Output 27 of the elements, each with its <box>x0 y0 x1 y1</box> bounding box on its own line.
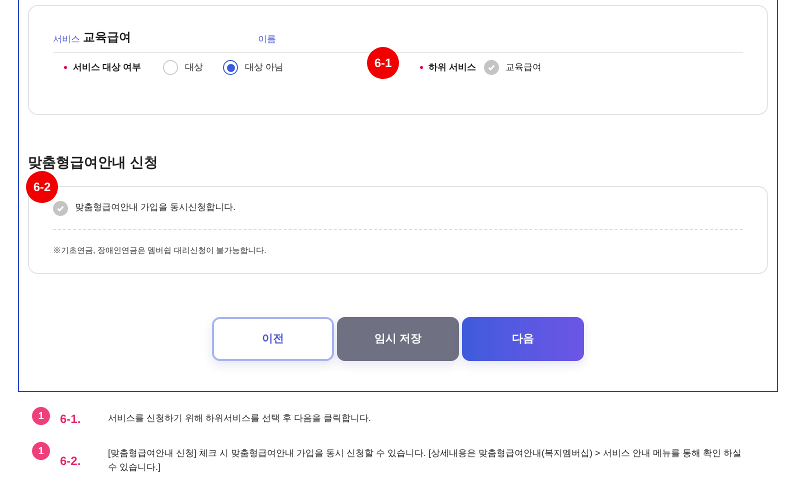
step-marker: 1 <box>32 442 50 460</box>
step-description: [맞춤형급여안내 신청] 체크 시 맞춤형급여안내 가입을 동시 신청할 수 있습니다. [상세내용은 맞춤형급여안내(복지멤버십) > 서비스 안내 메뉴를 통해 확인 하실 수 있습니다.] <box>108 447 742 474</box>
checkbox-label: 맞춤형급여안내 가입을 동시신청합니다. <box>75 201 236 214</box>
step-number: 6-2. <box>60 453 82 470</box>
service-label: 서비스 <box>53 32 80 46</box>
section-title: 맞춤형급여안내 신청 <box>28 153 159 172</box>
form-button[interactable]: 다음 <box>462 317 584 361</box>
checkbox[interactable] <box>484 60 499 75</box>
form-button[interactable]: 임시 저장 <box>337 317 459 361</box>
field-label: 하위 서비스 <box>428 60 478 74</box>
name-label: 이름 <box>258 32 276 46</box>
step-badge: 6-2 <box>26 171 58 203</box>
check-icon <box>56 204 65 212</box>
step-marker: 1 <box>32 407 50 425</box>
radio-label: 대상 아님 <box>245 60 284 74</box>
checkbox[interactable] <box>53 200 68 216</box>
notice-text: ※기초연금, 장애인연금은 멤버쉽 대리신청이 불가능합니다. <box>53 245 268 257</box>
check-icon <box>486 63 496 72</box>
form-button[interactable]: 이전 <box>212 317 334 361</box>
radio-button[interactable] <box>223 60 238 75</box>
checkbox-label: 교육급여 <box>506 60 542 74</box>
step-description: 서비스를 신청하기 위해 하위서비스를 선택 후 다음을 클릭합니다. <box>108 412 372 425</box>
radio-label: 대상 <box>185 60 203 74</box>
step-number: 6-1. <box>60 411 82 428</box>
service-name: 교육급여 <box>83 29 131 46</box>
field-label: 서비스 대상 여부 <box>73 60 142 74</box>
step-badge: 6-1 <box>367 47 399 79</box>
